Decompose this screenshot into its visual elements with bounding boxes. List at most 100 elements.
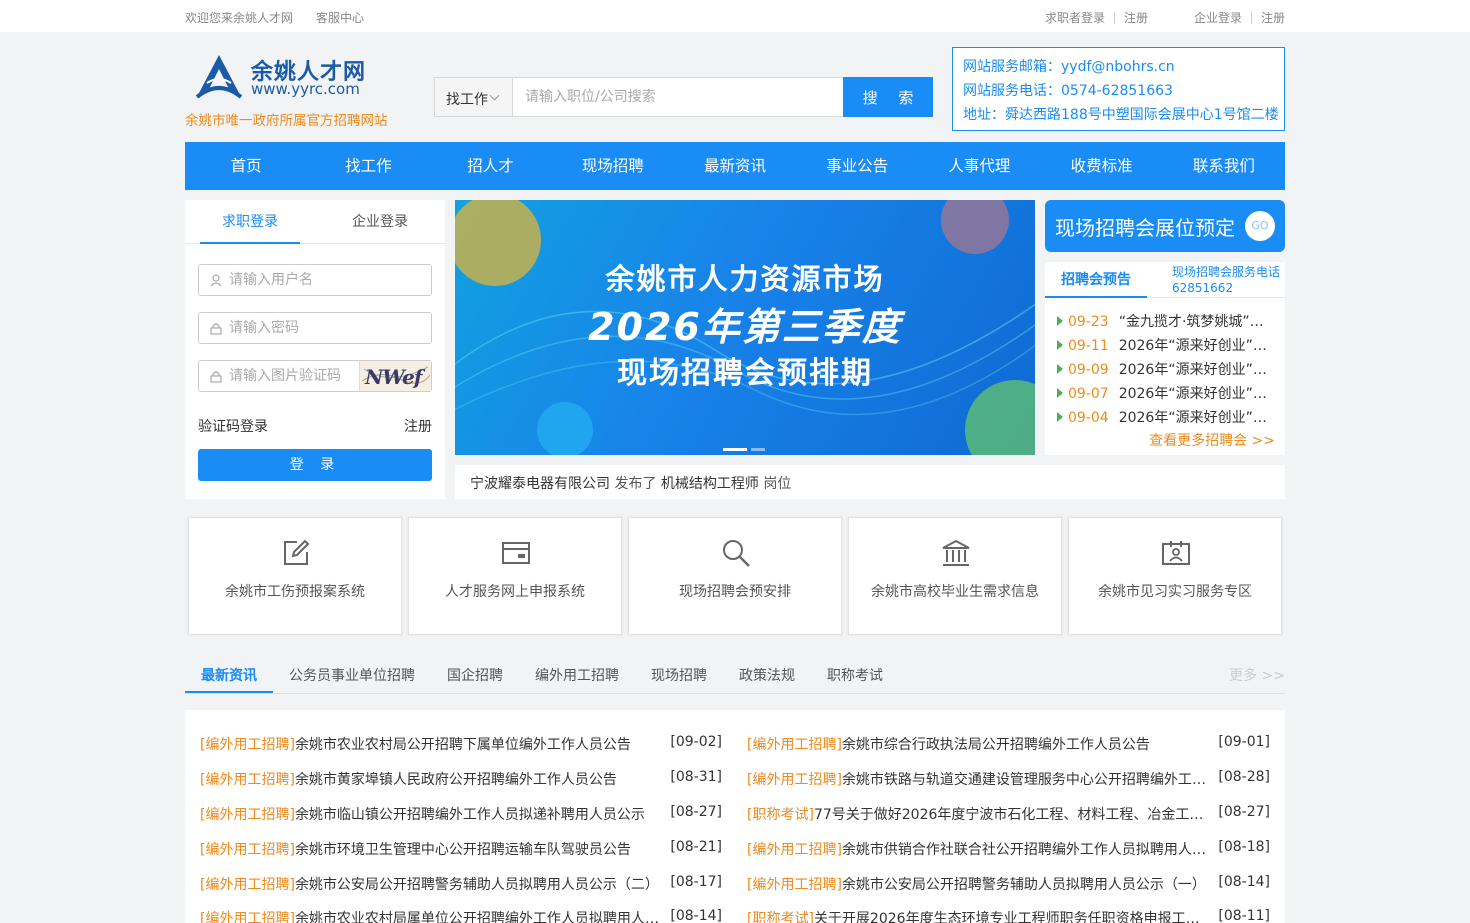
search-button[interactable]: 搜 索 — [843, 77, 933, 117]
username-input[interactable] — [229, 265, 379, 295]
list-item[interactable]: [编外用工招聘]余姚市公安局公开招聘警务辅助人员拟聘用人员公示（二） [08-17… — [200, 874, 722, 894]
list-item[interactable]: 09-09 2026年“源来好创业”… — [1057, 359, 1279, 383]
news-title: 余姚市综合行政执法局公开招聘编外工作人员公告 — [841, 737, 1150, 753]
list-item[interactable]: [编外用工招聘]余姚市农业农村局公开招聘下属单位编外工作人员公告 [09-02] — [200, 734, 722, 754]
list-item[interactable]: [编外用工招聘]余姚市供销合作社联合社公开招聘编外工作人员拟聘用人员公示 [08-… — [747, 839, 1270, 859]
nav-item-personnel[interactable]: 人事代理 — [918, 142, 1040, 190]
list-item[interactable]: [编外用工招聘]余姚市公安局公开招聘警务辅助人员拟聘用人员公示（一） [08-14… — [747, 874, 1270, 894]
list-item[interactable]: [编外用工招聘]余姚市铁路与轨道交通建设管理服务中心公开招聘编外工作人员公告 [0… — [747, 769, 1270, 789]
logo-url: www.yyrc.com — [251, 80, 360, 98]
nav-item-onsite[interactable]: 现场招聘 — [552, 142, 674, 190]
news-title: 余姚市农业农村局属单位公开招聘编外工作人员拟聘用人员公示 — [294, 911, 663, 923]
nav-item-fees[interactable]: 收费标准 — [1041, 142, 1163, 190]
news-category: [编外用工招聘] — [747, 877, 842, 893]
nav-item-home[interactable]: 首页 — [185, 142, 307, 190]
list-item[interactable]: 09-11 2026年“源来好创业”… — [1057, 335, 1279, 359]
banner-line-2: 2026年第三季度 — [588, 305, 902, 349]
nav-item-find-job[interactable]: 找工作 — [307, 142, 429, 190]
tab-onsite[interactable]: 现场招聘 — [651, 658, 707, 693]
list-item[interactable]: 09-07 2026年“源来好创业”… — [1057, 383, 1279, 407]
search-type-select[interactable]: 找工作 — [435, 78, 513, 116]
nav-item-announcements[interactable]: 事业公告 — [796, 142, 918, 190]
login-panel: 求职登录 企业登录 NWef 验证码登录 注册 登 录 — [185, 200, 445, 499]
list-item[interactable]: 09-04 2026年“源来好创业”… — [1057, 407, 1279, 431]
news-date: [08-14] — [1218, 874, 1270, 890]
tab-state-enterprise[interactable]: 国企招聘 — [447, 658, 503, 693]
service-card-graduates[interactable]: 余姚市高校毕业生需求信息 — [848, 517, 1062, 635]
list-item[interactable]: 09-23 “金九揽才·筑梦姚城”… — [1057, 311, 1279, 335]
news-category: [职称考试] — [747, 911, 814, 923]
nav-item-recruit[interactable]: 招人才 — [429, 142, 551, 190]
triangle-bullet-icon — [1057, 340, 1063, 350]
service-card-declaration[interactable]: 人才服务网上申报系统 — [408, 517, 622, 635]
contact-box: 网站服务邮箱：yydf@nbohrs.cn 网站服务电话：0574-628516… — [952, 47, 1285, 131]
banner-line-3: 现场招聘会预排期 — [617, 356, 873, 391]
news-category: [编外用工招聘] — [200, 877, 295, 893]
tab-latest-news[interactable]: 最新资讯 — [185, 658, 273, 693]
register-link[interactable]: 注册 — [404, 416, 432, 436]
booth-booking-button[interactable]: 现场招聘会展位预定 GO — [1045, 200, 1285, 252]
seeker-login-link[interactable]: 求职者登录 — [1045, 9, 1105, 26]
tab-title-exam[interactable]: 职称考试 — [827, 658, 883, 693]
captcha-field: NWef — [198, 360, 432, 392]
captcha-image[interactable]: NWef — [359, 361, 431, 391]
ticker-position: 机械结构工程师 — [660, 476, 759, 492]
service-label: 现场招聘会预安排 — [679, 584, 791, 600]
item-date: 09-11 — [1068, 338, 1109, 354]
carousel-dot[interactable] — [751, 448, 765, 451]
carousel-dot-active[interactable] — [723, 448, 747, 451]
lock-icon — [210, 323, 222, 335]
service-card-internship[interactable]: 余姚市见习实习服务专区 — [1068, 517, 1282, 635]
company-login-link[interactable]: 企业登录 — [1194, 9, 1242, 26]
news-date: [08-31] — [670, 769, 722, 785]
news-category: [编外用工招聘] — [747, 772, 842, 788]
list-item[interactable]: [编外用工招聘]余姚市环境卫生管理中心公开招聘运输车队驾驶员公告 [08-21] — [200, 839, 722, 859]
sms-login-link[interactable]: 验证码登录 — [198, 416, 268, 436]
top-bar: 欢迎您来余姚人才网 客服中心 求职者登录 注册 企业登录 注册 — [0, 0, 1470, 32]
badge-icon — [1162, 541, 1190, 565]
list-item[interactable]: [编外用工招聘]余姚市农业农村局属单位公开招聘编外工作人员拟聘用人员公示 [08-… — [200, 908, 722, 923]
contact-address: 地址：舜达西路188号中塑国际会展中心1号馆二楼 — [963, 107, 1279, 123]
tab-seeker-login[interactable]: 求职登录 — [200, 200, 300, 244]
logo-mark-icon — [195, 55, 243, 99]
seeker-register-link[interactable]: 注册 — [1124, 9, 1148, 26]
service-center-link[interactable]: 客服中心 — [316, 9, 364, 26]
job-ticker[interactable]: 宁波耀泰电器有限公司 发布了 机械结构工程师 岗位 — [455, 465, 1285, 499]
news-more-link[interactable]: 更多 >> — [1229, 658, 1285, 694]
tab-civil-service[interactable]: 公务员事业单位招聘 — [289, 658, 415, 693]
service-card-onsite[interactable]: 现场招聘会预安排 — [628, 517, 842, 635]
preview-title[interactable]: 招聘会预告 — [1045, 262, 1147, 298]
news-title: 余姚市临山镇公开招聘编外工作人员拟递补聘用人员公示 — [294, 807, 645, 823]
search-icon — [723, 540, 750, 567]
search-input[interactable] — [514, 78, 842, 116]
news-title: 余姚市黄家埠镇人民政府公开招聘编外工作人员公告 — [294, 772, 617, 788]
nav-item-contact[interactable]: 联系我们 — [1163, 142, 1285, 190]
news-category: [编外用工招聘] — [200, 807, 295, 823]
item-title: 2026年“源来好创业”… — [1118, 338, 1267, 354]
list-item[interactable]: [编外用工招聘]余姚市综合行政执法局公开招聘编外工作人员公告 [09-01] — [747, 734, 1270, 754]
captcha-input[interactable] — [229, 361, 354, 391]
news-category: [编外用工招聘] — [200, 737, 295, 753]
tab-company-login[interactable]: 企业登录 — [330, 200, 430, 244]
password-field — [198, 312, 432, 344]
site-logo[interactable]: 余姚人才网 www.yyrc.com 余姚市唯一政府所属官方招聘网站 — [185, 50, 425, 130]
login-tabs: 求职登录 企业登录 — [185, 200, 445, 244]
service-card-injury[interactable]: 余姚市工伤预报案系统 — [188, 517, 402, 635]
news-date: [09-01] — [1218, 734, 1270, 750]
tab-policy[interactable]: 政策法规 — [739, 658, 795, 693]
login-button[interactable]: 登 录 — [198, 449, 432, 481]
service-label: 人才服务网上申报系统 — [445, 584, 585, 600]
list-item[interactable]: [职称考试]关于开展2026年度生态环境专业工程师职务任职资格申报工作的通知 [0… — [747, 908, 1270, 923]
news-date: [09-02] — [670, 734, 722, 750]
company-register-link[interactable]: 注册 — [1261, 9, 1285, 26]
banner-carousel[interactable]: 余姚市人力资源市场 2026年第三季度 现场招聘会预排期 — [455, 200, 1035, 455]
list-item[interactable]: [职称考试]77号关于做好2026年度宁波市石化工程、材料工程、冶金工程专业 [0… — [747, 804, 1270, 824]
list-item[interactable]: [编外用工招聘]余姚市临山镇公开招聘编外工作人员拟递补聘用人员公示 [08-27] — [200, 804, 722, 824]
more-job-fairs-link[interactable]: 查看更多招聘会 >> — [1149, 430, 1275, 450]
nav-item-news[interactable]: 最新资讯 — [674, 142, 796, 190]
list-item[interactable]: [编外用工招聘]余姚市黄家埠镇人民政府公开招聘编外工作人员公告 [08-31] — [200, 769, 722, 789]
ticker-company: 宁波耀泰电器有限公司 — [470, 476, 610, 492]
password-input[interactable] — [229, 313, 379, 343]
tab-contract-staff[interactable]: 编外用工招聘 — [535, 658, 619, 693]
booth-booking-label: 现场招聘会展位预定 — [1055, 216, 1235, 240]
